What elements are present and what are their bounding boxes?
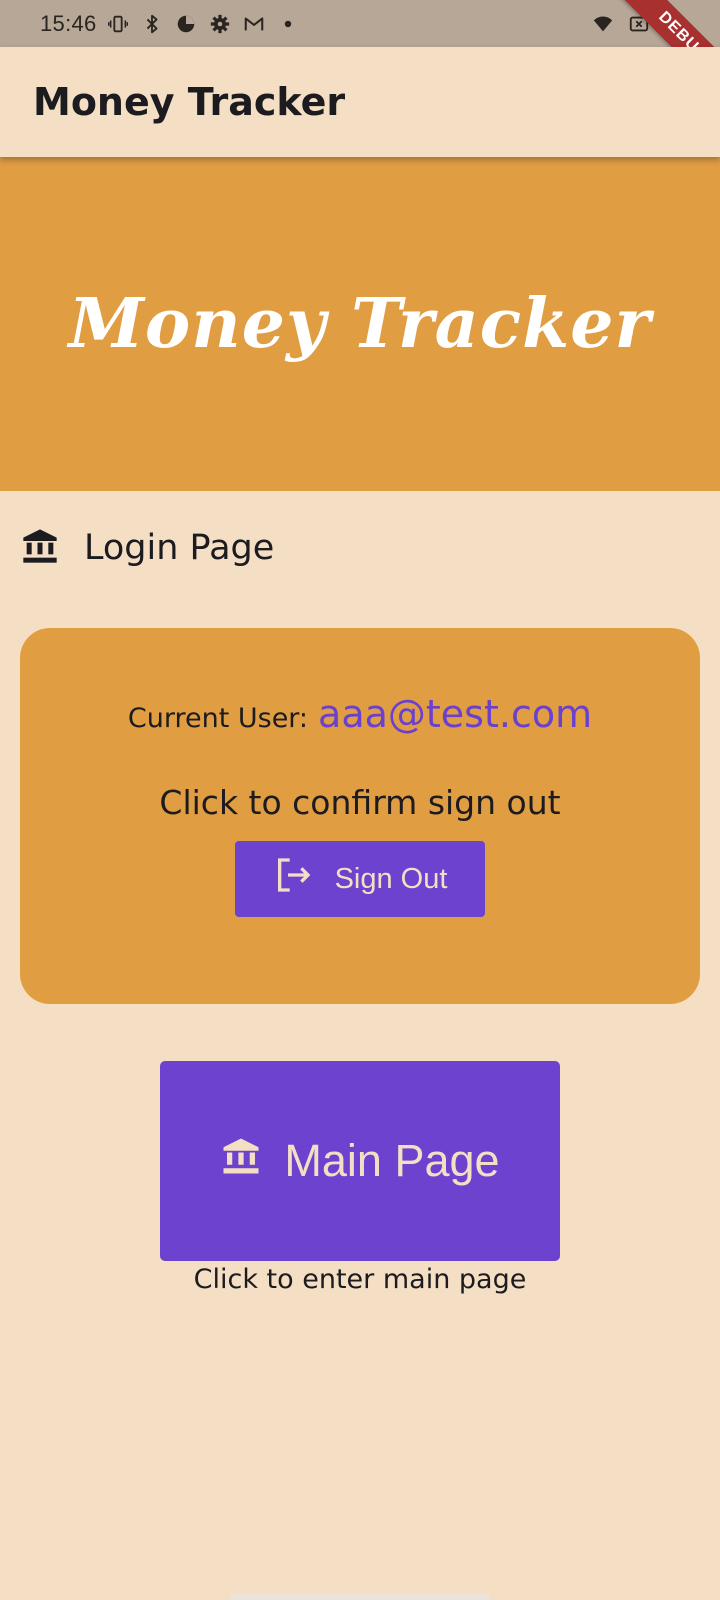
gesture-bar[interactable]	[230, 1594, 490, 1600]
bluetooth-icon	[141, 13, 163, 35]
main-page-button[interactable]: Main Page	[160, 1061, 560, 1261]
gmail-icon	[243, 13, 265, 35]
dot-icon	[277, 13, 299, 35]
app-bar: Money Tracker	[0, 47, 720, 157]
settings-icon	[209, 13, 231, 35]
data-saver-icon	[175, 13, 197, 35]
bank-icon	[20, 526, 60, 570]
current-user-label: Current User:	[127, 703, 309, 734]
user-card: Current User: aaa@test.com Click to conf…	[20, 628, 700, 1004]
status-time: 15:46	[40, 10, 97, 36]
wifi-icon	[592, 13, 614, 35]
logout-icon	[273, 855, 313, 903]
hero-banner: Money Tracker	[0, 157, 720, 491]
confirm-signout-text: Click to confirm sign out	[159, 783, 561, 822]
status-icons-left	[107, 13, 299, 35]
hero-title: Money Tracker	[68, 284, 652, 364]
status-bar: 15:46	[0, 0, 720, 47]
bank-icon	[220, 1135, 262, 1188]
section-heading-label: Login Page	[84, 528, 275, 568]
current-user-row: Current User: aaa@test.com	[20, 692, 700, 736]
vibrate-icon	[107, 13, 129, 35]
main-page-caption: Click to enter main page	[193, 1264, 527, 1295]
current-user-email: aaa@test.com	[318, 692, 593, 736]
sign-out-button[interactable]: Sign Out	[235, 841, 485, 917]
app-bar-title: Money Tracker	[33, 80, 346, 124]
main-page-label: Main Page	[284, 1135, 500, 1186]
section-heading: Login Page	[20, 520, 274, 576]
sign-out-label: Sign Out	[334, 862, 448, 895]
